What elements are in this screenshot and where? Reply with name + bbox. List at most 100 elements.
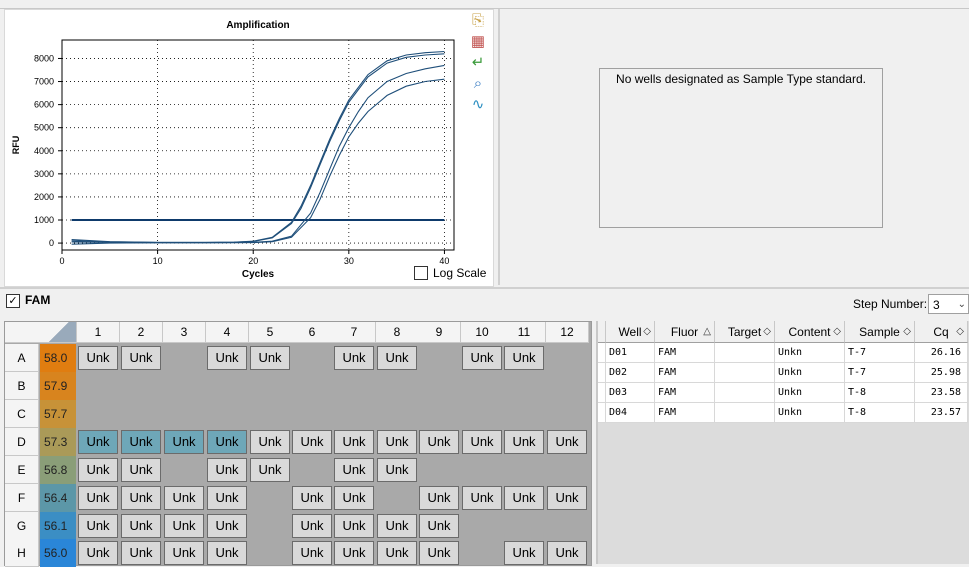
table-column-header[interactable]: Fluor △ bbox=[655, 321, 715, 343]
plate-well[interactable]: Unk bbox=[377, 458, 417, 482]
column-header[interactable]: 11 bbox=[503, 322, 546, 343]
table-row-marker[interactable] bbox=[598, 343, 606, 363]
column-header[interactable]: 12 bbox=[546, 322, 589, 343]
plate-well[interactable]: Unk bbox=[504, 430, 544, 454]
row-header[interactable]: C bbox=[5, 400, 39, 428]
plate-well[interactable]: Unk bbox=[377, 430, 417, 454]
plate-well[interactable]: Unk bbox=[334, 486, 374, 510]
table-cell[interactable]: Unkn bbox=[775, 403, 845, 423]
log-scale-checkbox[interactable] bbox=[414, 266, 428, 280]
plate-well[interactable]: Unk bbox=[207, 514, 247, 538]
plate-well[interactable]: Unk bbox=[504, 486, 544, 510]
table-cell[interactable]: FAM bbox=[655, 403, 715, 423]
plate-well[interactable]: Unk bbox=[292, 430, 332, 454]
table-cell[interactable]: Unkn bbox=[775, 383, 845, 403]
column-header[interactable]: 6 bbox=[291, 322, 334, 343]
plate-well[interactable]: Unk bbox=[207, 430, 247, 454]
table-cell[interactable]: T-7 bbox=[845, 363, 915, 383]
plate-well[interactable]: Unk bbox=[250, 458, 290, 482]
plate-well[interactable]: Unk bbox=[121, 486, 161, 510]
table-cell[interactable] bbox=[715, 383, 775, 403]
plate-well[interactable]: Unk bbox=[292, 514, 332, 538]
column-header[interactable]: 2 bbox=[120, 322, 163, 343]
plate-well[interactable]: Unk bbox=[164, 486, 204, 510]
plate-well[interactable]: Unk bbox=[334, 541, 374, 565]
column-header[interactable]: 7 bbox=[333, 322, 376, 343]
plate-well[interactable]: Unk bbox=[462, 430, 502, 454]
plate-well[interactable]: Unk bbox=[207, 541, 247, 565]
plate-well[interactable]: Unk bbox=[547, 430, 587, 454]
plate-well[interactable]: Unk bbox=[121, 541, 161, 565]
table-column-header[interactable]: Sample ◇ bbox=[845, 321, 915, 343]
plate-well[interactable]: Unk bbox=[377, 514, 417, 538]
plate-well[interactable]: Unk bbox=[250, 346, 290, 370]
plate-well[interactable]: Unk bbox=[547, 541, 587, 565]
plate-well[interactable]: Unk bbox=[334, 430, 374, 454]
plate-well[interactable]: Unk bbox=[78, 430, 118, 454]
row-header[interactable]: B bbox=[5, 372, 39, 400]
plate-well[interactable]: Unk bbox=[164, 541, 204, 565]
plate-well[interactable]: Unk bbox=[164, 514, 204, 538]
row-header[interactable]: D bbox=[5, 428, 39, 456]
table-column-header[interactable]: Target ◇ bbox=[715, 321, 775, 343]
plate-well[interactable]: Unk bbox=[78, 514, 118, 538]
plate-well[interactable]: Unk bbox=[547, 486, 587, 510]
plate-well[interactable]: Unk bbox=[164, 430, 204, 454]
plate-well[interactable]: Unk bbox=[121, 514, 161, 538]
plate-well[interactable]: Unk bbox=[207, 346, 247, 370]
table-cell[interactable]: FAM bbox=[655, 383, 715, 403]
plate-well[interactable]: Unk bbox=[78, 486, 118, 510]
step-number-select[interactable]: 3 ⌄ bbox=[928, 294, 969, 314]
table-cell[interactable]: T-7 bbox=[845, 343, 915, 363]
plate-well[interactable]: Unk bbox=[377, 541, 417, 565]
column-header[interactable]: 1 bbox=[77, 322, 120, 343]
table-cell[interactable]: Unkn bbox=[775, 343, 845, 363]
plate-well[interactable]: Unk bbox=[207, 458, 247, 482]
plate-well[interactable]: Unk bbox=[334, 346, 374, 370]
table-row-marker[interactable] bbox=[598, 363, 606, 383]
export-icon[interactable]: ↵ bbox=[469, 54, 487, 72]
table-column-header[interactable]: Cq ◇ bbox=[915, 321, 968, 343]
plate-well[interactable]: Unk bbox=[462, 346, 502, 370]
row-header[interactable]: A bbox=[5, 344, 39, 372]
column-header[interactable]: 10 bbox=[461, 322, 504, 343]
plate-well[interactable]: Unk bbox=[377, 346, 417, 370]
log-scale-toggle[interactable]: Log Scale bbox=[414, 265, 486, 281]
row-header[interactable]: E bbox=[5, 456, 39, 484]
table-cell[interactable]: 25.98 bbox=[915, 363, 968, 383]
plate-corner[interactable] bbox=[5, 322, 77, 343]
plate-well[interactable]: Unk bbox=[292, 486, 332, 510]
table-cell[interactable]: D01 bbox=[606, 343, 655, 363]
zoom-icon[interactable]: ⌕ bbox=[469, 75, 487, 93]
row-header[interactable]: H bbox=[5, 539, 39, 567]
column-header[interactable]: 3 bbox=[163, 322, 206, 343]
column-header[interactable]: 9 bbox=[418, 322, 461, 343]
chart-settings-icon[interactable]: ▦ bbox=[469, 33, 487, 51]
table-cell[interactable] bbox=[715, 403, 775, 423]
plate-well[interactable]: Unk bbox=[78, 458, 118, 482]
table-cell[interactable] bbox=[715, 343, 775, 363]
plate-well[interactable]: Unk bbox=[334, 458, 374, 482]
table-cell[interactable]: FAM bbox=[655, 363, 715, 383]
table-cell[interactable]: D04 bbox=[606, 403, 655, 423]
plate-well[interactable]: Unk bbox=[419, 514, 459, 538]
table-column-header[interactable]: Well ◇ bbox=[606, 321, 655, 343]
table-cell[interactable]: T-8 bbox=[845, 383, 915, 403]
table-cell[interactable]: T-8 bbox=[845, 403, 915, 423]
table-cell[interactable] bbox=[715, 363, 775, 383]
table-row-marker[interactable] bbox=[598, 403, 606, 423]
plate-well[interactable]: Unk bbox=[78, 346, 118, 370]
plate-well[interactable]: Unk bbox=[419, 541, 459, 565]
plate-well[interactable]: Unk bbox=[207, 486, 247, 510]
copy-icon[interactable]: ⎘ bbox=[469, 12, 487, 30]
plate-well[interactable]: Unk bbox=[121, 430, 161, 454]
plate-well[interactable]: Unk bbox=[78, 541, 118, 565]
plate-well[interactable]: Unk bbox=[121, 346, 161, 370]
column-header[interactable]: 8 bbox=[376, 322, 419, 343]
plate-well[interactable]: Unk bbox=[462, 486, 502, 510]
fam-checkbox[interactable]: ✓ bbox=[6, 294, 20, 308]
row-header[interactable]: F bbox=[5, 484, 39, 512]
curve-fit-icon[interactable]: ∿ bbox=[469, 96, 487, 114]
table-cell[interactable]: FAM bbox=[655, 343, 715, 363]
plate-well[interactable]: Unk bbox=[121, 458, 161, 482]
